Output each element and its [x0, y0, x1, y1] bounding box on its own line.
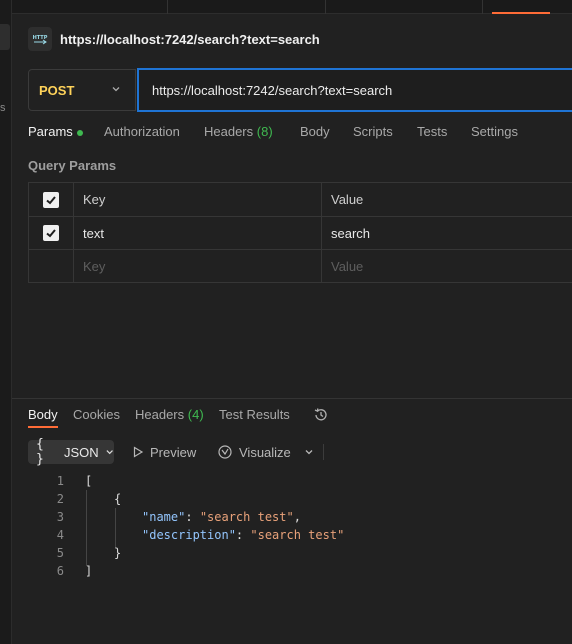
- preview-button[interactable]: Preview: [132, 440, 196, 464]
- column-header-value: Value: [331, 192, 364, 207]
- tab-bar: [12, 0, 572, 14]
- tab-response-headers[interactable]: Headers (4): [135, 407, 204, 422]
- chevron-down-icon: [112, 87, 120, 92]
- line-number: 2: [56, 492, 64, 506]
- param-value-cell[interactable]: search: [322, 217, 572, 249]
- http-request-icon: HTTP: [28, 27, 52, 51]
- json-line-name: "name": "search test",: [142, 510, 301, 524]
- method-select[interactable]: POST: [28, 69, 136, 111]
- column-header-key: Key: [83, 192, 106, 207]
- request-title[interactable]: https://localhost:7242/search?text=searc…: [60, 32, 320, 47]
- table-row-empty: Key Value: [29, 250, 572, 283]
- indent-guide: [86, 490, 87, 566]
- request-title-bar: HTTP https://localhost:7242/search?text=…: [28, 26, 320, 52]
- key-placeholder: Key: [83, 258, 106, 274]
- format-select[interactable]: { } JSON: [28, 437, 114, 467]
- json-braces-icon: { }: [36, 437, 44, 467]
- tab-test-results[interactable]: Test Results: [219, 407, 290, 422]
- sidebar-strip: s: [0, 0, 12, 644]
- param-enabled-checkbox[interactable]: [43, 225, 59, 241]
- table-row: text search: [29, 217, 572, 250]
- chevron-down-icon: [106, 450, 113, 455]
- json-brace-close: }: [114, 546, 122, 560]
- tab-cookies[interactable]: Cookies: [73, 407, 120, 422]
- json-line-description: "description": "search test": [142, 528, 345, 542]
- visualize-dropdown[interactable]: [304, 440, 314, 464]
- query-params-heading: Query Params: [28, 158, 117, 173]
- response-divider[interactable]: [12, 398, 572, 399]
- new-param-key-input[interactable]: Key: [74, 250, 322, 282]
- tab-body[interactable]: Body: [300, 124, 330, 139]
- url-text: https://localhost:7242/search?text=searc…: [152, 82, 393, 98]
- param-value: search: [331, 225, 371, 241]
- line-number: 3: [56, 510, 64, 524]
- param-key: text: [83, 225, 104, 241]
- query-params-table: Key Value text search Key Value: [28, 182, 572, 283]
- sidebar-label-fragment: s: [0, 102, 6, 114]
- line-number: 6: [56, 564, 64, 578]
- tab-headers[interactable]: Headers (8): [204, 124, 273, 139]
- checkmark-icon: [46, 195, 56, 204]
- response-toolbar: { } JSON Preview Visualize: [28, 437, 328, 467]
- tab-params[interactable]: Params: [28, 124, 83, 139]
- svg-text:HTTP: HTTP: [33, 35, 48, 41]
- tab-authorization[interactable]: Authorization: [104, 124, 180, 139]
- table-header-row: Key Value: [29, 183, 572, 217]
- tab-scripts[interactable]: Scripts: [353, 124, 393, 139]
- tab-settings[interactable]: Settings: [471, 124, 518, 139]
- play-icon: [133, 446, 144, 458]
- json-brace-open: {: [114, 492, 122, 506]
- json-bracket-close: ]: [85, 564, 93, 578]
- params-indicator-dot: [76, 129, 83, 136]
- chevron-down-icon: [305, 450, 313, 455]
- active-tab-indicator[interactable]: [492, 12, 550, 14]
- tab-response-body[interactable]: Body: [28, 407, 58, 428]
- indent-guide: [115, 508, 116, 548]
- param-key-cell[interactable]: text: [74, 217, 322, 249]
- line-number: 5: [56, 546, 64, 560]
- line-number: 1: [56, 474, 64, 488]
- history-icon[interactable]: [312, 406, 330, 427]
- new-param-value-input[interactable]: Value: [322, 250, 572, 282]
- checkmark-icon: [46, 229, 56, 238]
- value-placeholder: Value: [331, 258, 364, 274]
- method-label: POST: [39, 82, 75, 98]
- url-input[interactable]: https://localhost:7242/search?text=searc…: [137, 68, 572, 112]
- json-bracket-open: [: [85, 474, 93, 488]
- visualize-icon: [218, 445, 232, 459]
- format-label: JSON: [63, 444, 99, 460]
- line-number: 4: [56, 528, 64, 542]
- sidebar-active-item[interactable]: [0, 24, 10, 50]
- visualize-button[interactable]: Visualize: [217, 440, 291, 464]
- select-all-checkbox[interactable]: [43, 191, 59, 208]
- tab-tests[interactable]: Tests: [417, 124, 447, 139]
